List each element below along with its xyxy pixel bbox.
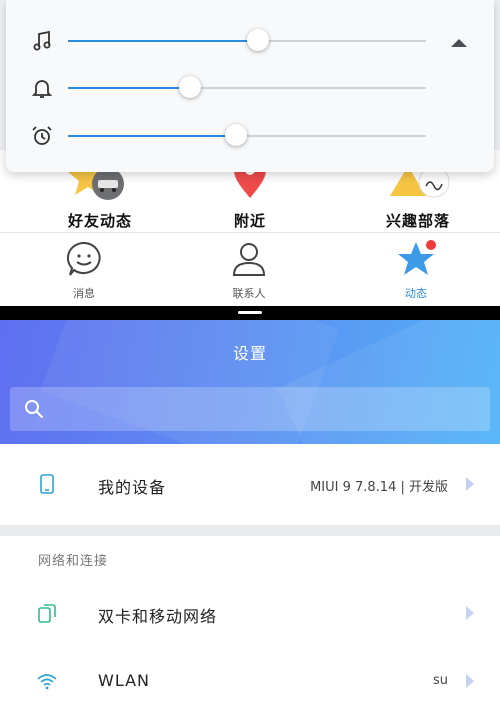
alarm-volume-slider[interactable] <box>68 124 426 146</box>
star-icon <box>398 240 436 275</box>
music-volume-row <box>6 23 494 59</box>
collapse-up-icon[interactable] <box>448 36 470 50</box>
sim-card-icon <box>38 604 56 623</box>
search-icon <box>25 400 44 419</box>
settings-app: 设置 我的设备 MIUI 9 7.8.14 | 开发版 网络和连接 双卡和移动网… <box>0 320 500 720</box>
alarm-volume-row <box>6 118 494 154</box>
music-volume-thumb[interactable] <box>246 29 269 51</box>
search-input[interactable] <box>54 395 478 425</box>
bell-icon <box>31 80 53 98</box>
wlan-network-name: su <box>432 673 448 688</box>
nav-tab-messages[interactable]: 消息 <box>24 239 144 301</box>
interest-tribe-label: 兴趣部落 <box>385 212 450 230</box>
chevron-right-icon <box>466 674 474 688</box>
split-screen-handle[interactable] <box>238 311 262 314</box>
music-volume-fill <box>68 40 258 42</box>
split-screen-divider[interactable] <box>0 306 500 320</box>
music-volume-slider[interactable] <box>68 29 426 51</box>
friend-feed-label: 好友动态 <box>67 212 132 230</box>
nav-label-messages: 消息 <box>73 287 95 300</box>
my-device-label: 我的设备 <box>98 478 167 497</box>
ringtone-volume-slider[interactable] <box>68 76 426 98</box>
my-device-version: MIUI 9 7.8.14 | 开发版 <box>310 480 448 495</box>
section-gap <box>0 525 500 536</box>
nav-label-feed: 动态 <box>405 287 427 300</box>
nearby-label: 附近 <box>233 212 266 230</box>
wifi-icon <box>37 674 57 690</box>
volume-panel <box>6 0 494 172</box>
section-header-network: 网络和连接 <box>38 554 109 569</box>
settings-row-wlan[interactable]: WLAN su <box>0 644 500 720</box>
ringtone-volume-row <box>6 70 494 106</box>
alarm-volume-fill <box>68 135 237 137</box>
bottom-nav: 消息 联系人 动态 <box>0 233 500 306</box>
music-note-icon <box>33 30 51 51</box>
page-title: 设置 <box>232 344 267 363</box>
alarm-volume-thumb[interactable] <box>225 124 248 146</box>
ringtone-volume-fill <box>68 87 190 89</box>
chat-bubble-icon <box>66 241 101 276</box>
chevron-right-icon <box>466 477 474 491</box>
dual-sim-label: 双卡和移动网络 <box>98 607 218 626</box>
settings-row-dual-sim[interactable]: 双卡和移动网络 <box>0 576 500 652</box>
nav-tab-feed[interactable]: 动态 <box>356 239 476 301</box>
alarm-clock-icon <box>32 126 52 145</box>
chevron-right-icon <box>466 606 474 620</box>
settings-header: 设置 <box>0 320 500 444</box>
nav-label-contacts: 联系人 <box>232 287 266 300</box>
search-box[interactable] <box>10 387 490 431</box>
notification-badge <box>426 240 436 250</box>
settings-row-my-device[interactable]: 我的设备 MIUI 9 7.8.14 | 开发版 <box>0 447 500 523</box>
contacts-icon <box>232 243 266 276</box>
wlan-label: WLAN <box>98 671 151 690</box>
phone-device-icon <box>40 474 54 494</box>
nav-tab-contacts[interactable]: 联系人 <box>189 239 309 301</box>
ringtone-volume-thumb[interactable] <box>178 76 201 98</box>
